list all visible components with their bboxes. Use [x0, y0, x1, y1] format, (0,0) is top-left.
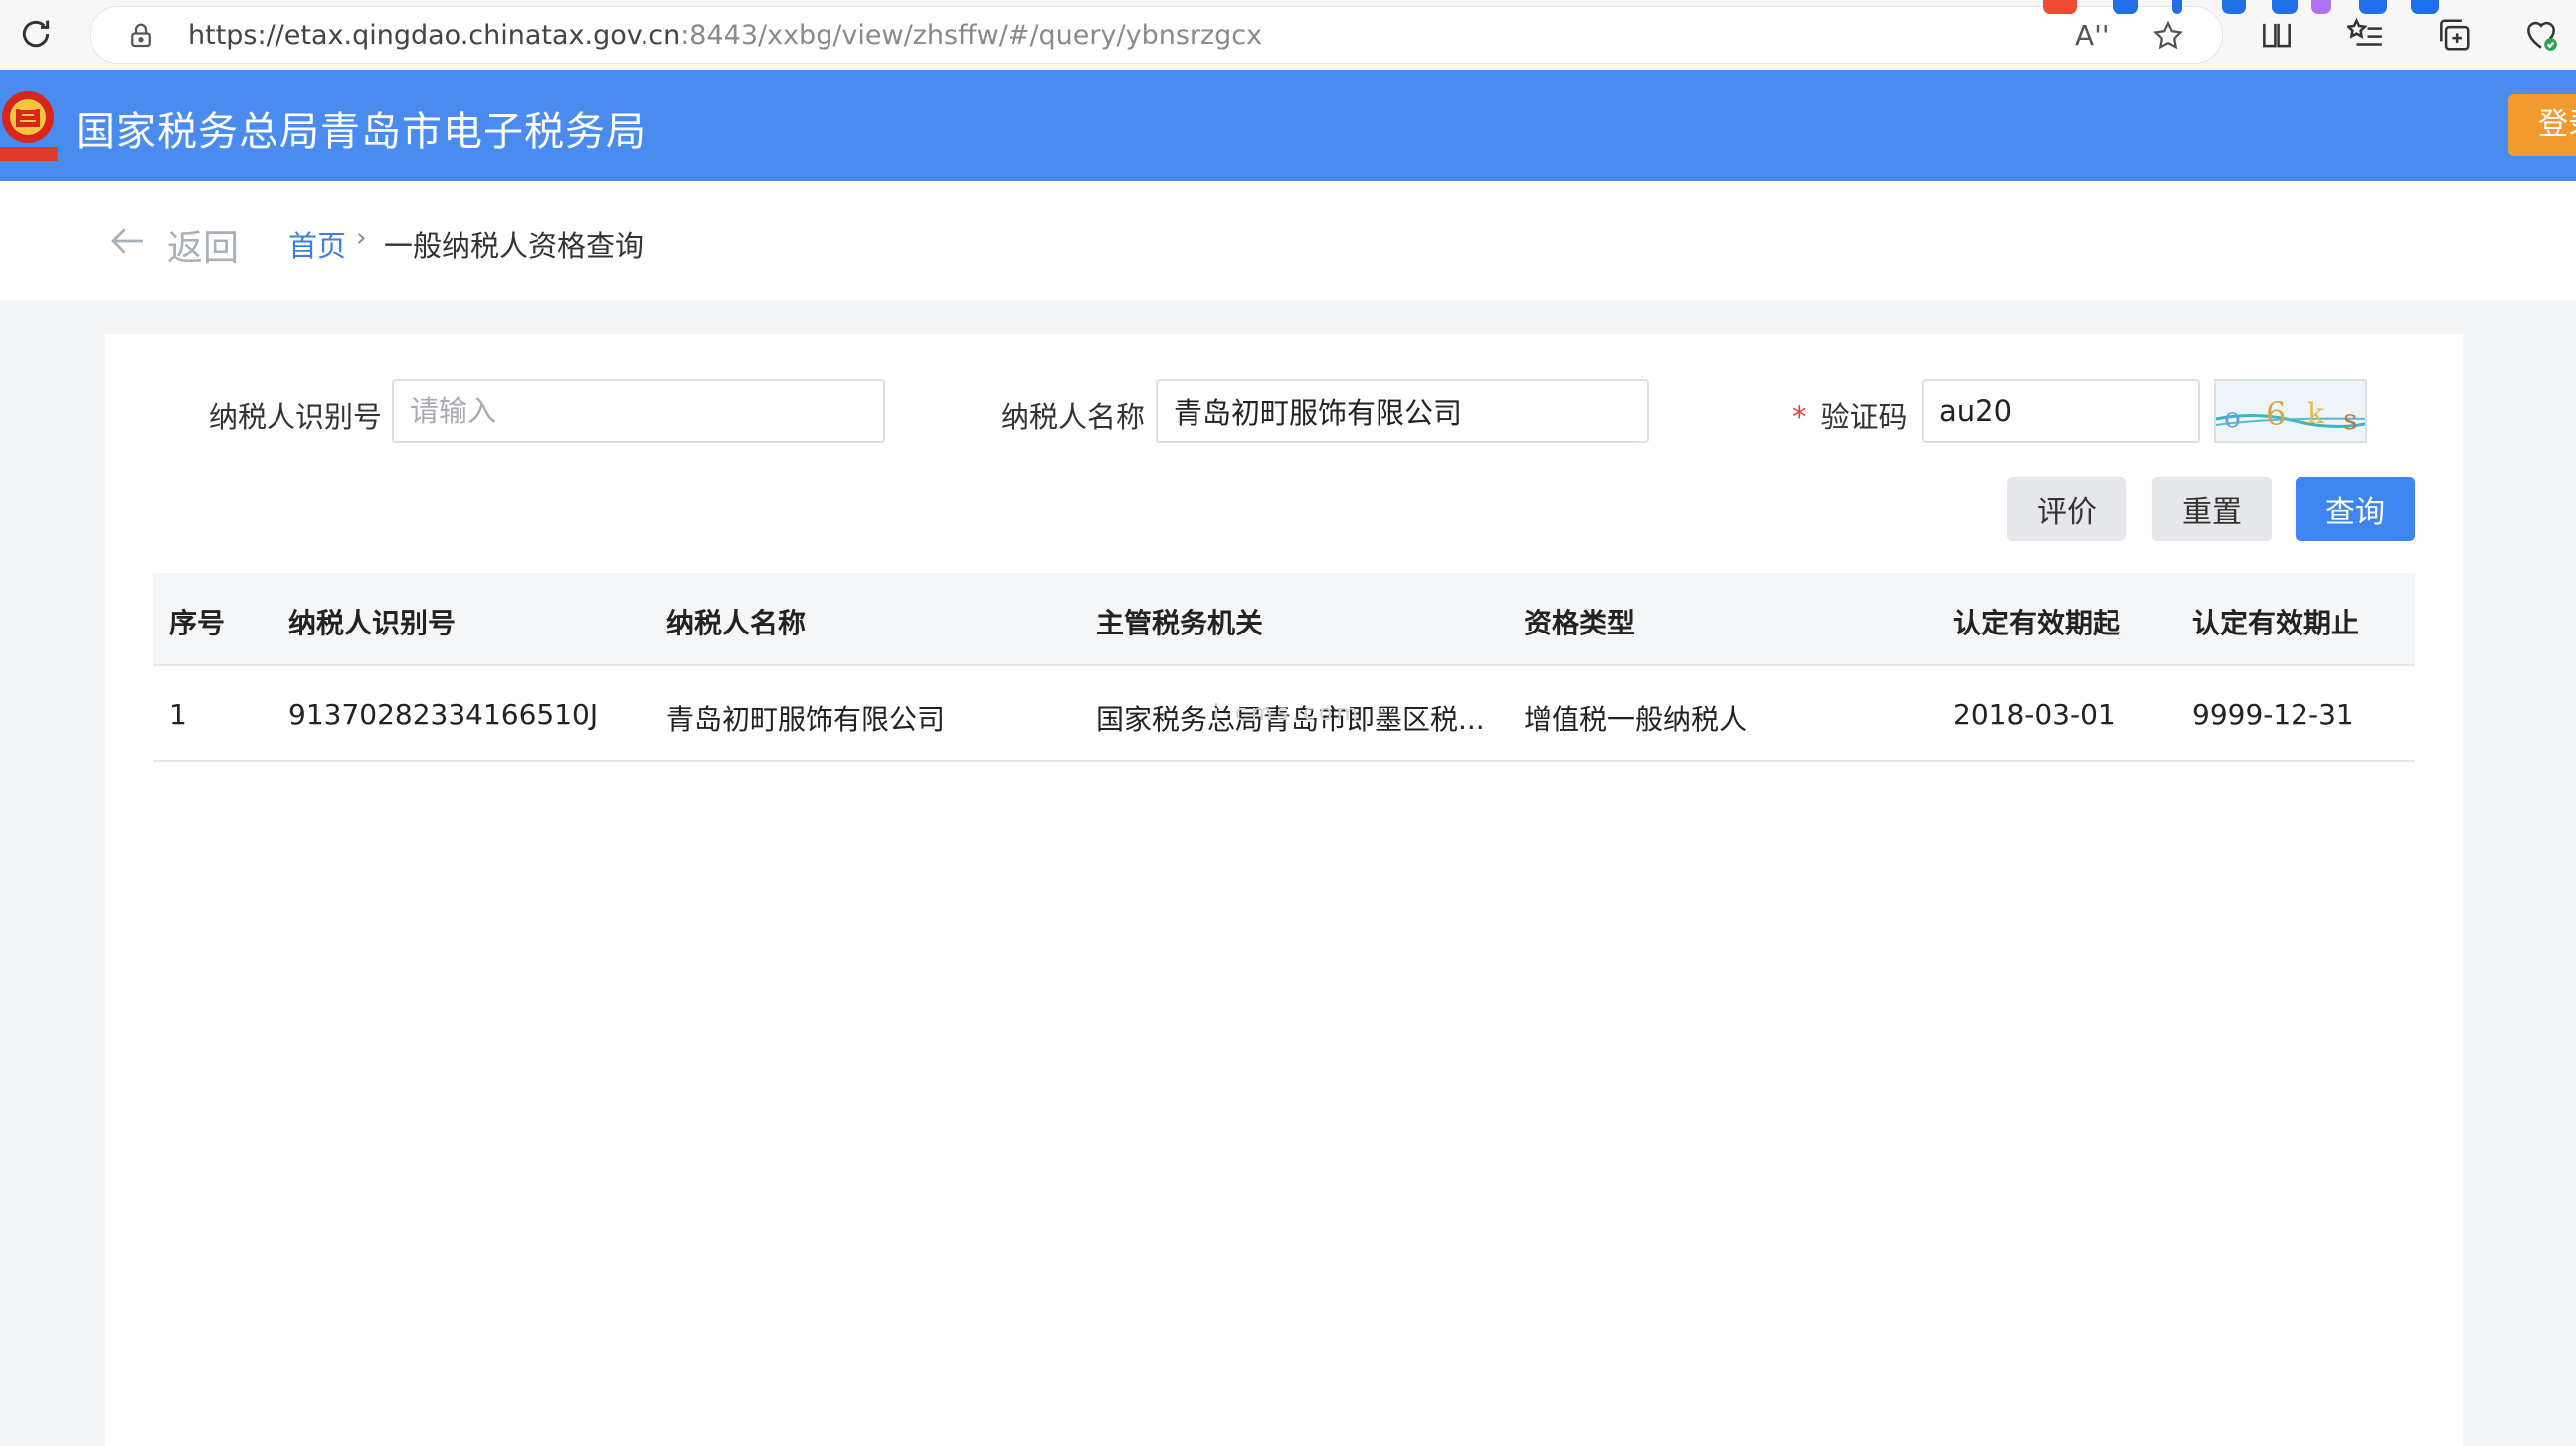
- lock-icon[interactable]: [126, 21, 156, 51]
- cell-valid-to: 9999-12-31: [2192, 698, 2354, 731]
- favorites-icon[interactable]: [2347, 16, 2385, 54]
- reload-icon[interactable]: [16, 14, 56, 54]
- captcha-char: k: [2307, 397, 2325, 430]
- column-header-index: 序号: [169, 607, 226, 639]
- captcha-image-art: o 6 k s: [2216, 395, 2365, 436]
- extension-icon[interactable]: [2359, 0, 2387, 14]
- back-link[interactable]: 返回: [167, 219, 239, 271]
- captcha-char: s: [2343, 403, 2357, 436]
- address-bar[interactable]: https://etax.qingdao.chinatax.gov.cn:844…: [90, 6, 2223, 64]
- login-button[interactable]: 登录: [2508, 94, 2576, 156]
- taxpayer-name-input[interactable]: [1156, 379, 1649, 443]
- extension-icon[interactable]: [2043, 0, 2077, 14]
- extension-icon[interactable]: [2411, 0, 2439, 14]
- captcha-label: * 验证码: [1792, 400, 1908, 434]
- query-button[interactable]: 查询: [2296, 477, 2415, 541]
- reset-button[interactable]: 重置: [2152, 477, 2272, 541]
- taxpayer-id-label: 纳税人识别号: [209, 400, 383, 434]
- breadcrumb-current: 一般纳税人资格查询: [384, 229, 644, 263]
- favorite-star-icon[interactable]: [2151, 19, 2185, 53]
- captcha-char: o: [2224, 401, 2241, 434]
- back-arrow-icon[interactable]: [107, 221, 149, 261]
- evaluate-button[interactable]: 评价: [2007, 477, 2126, 541]
- cell-taxpayer-id: 91370282334166510J: [288, 698, 599, 731]
- cell-taxpayer-name: 青岛初町服饰有限公司: [666, 703, 946, 736]
- extension-icon[interactable]: [2222, 0, 2246, 14]
- extension-icon[interactable]: [2172, 0, 2182, 14]
- split-screen-icon[interactable]: [2258, 16, 2296, 54]
- site-title: 国家税务总局青岛市电子税务局: [76, 109, 646, 155]
- column-header-taxpayer-name: 纳税人名称: [666, 607, 807, 639]
- taxpayer-name-label: 纳税人名称: [1001, 400, 1146, 434]
- extension-icons: [2039, 0, 2439, 16]
- table-header: 序号 纳税人识别号 纳税人名称 主管税务机关 资格类型 认定有效期起 认定有效期…: [153, 573, 2415, 666]
- cell-qualification-type: 增值税一般纳税人: [1524, 703, 1748, 736]
- query-panel: 纳税人识别号 纳税人名称 *验证码 o 6 k s 评价 重置 查询 序号 纳税…: [105, 334, 2463, 1446]
- browser-toolbar: https://etax.qingdao.chinatax.gov.cn:844…: [0, 0, 2576, 70]
- taxpayer-id-input[interactable]: [392, 379, 885, 443]
- national-emblem-logo: [0, 91, 58, 161]
- cell-index: 1: [169, 698, 187, 731]
- captcha-char: 6: [2266, 395, 2286, 433]
- column-header-tax-authority: 主管税务机关: [1096, 607, 1264, 639]
- cell-valid-from: 2018-03-01: [1953, 698, 2116, 731]
- breadcrumb-separator: ›: [356, 223, 367, 253]
- column-header-taxpayer-id: 纳税人识别号: [288, 607, 457, 639]
- collections-icon[interactable]: [2435, 16, 2473, 54]
- extension-icon[interactable]: [2113, 0, 2138, 14]
- results-table: 序号 纳税人识别号 纳税人名称 主管税务机关 资格类型 认定有效期起 认定有效期…: [153, 573, 2415, 762]
- url-text: https://etax.qingdao.chinatax.gov.cn:844…: [188, 20, 1263, 51]
- column-header-valid-to: 认定有效期止: [2192, 607, 2360, 639]
- required-mark: *: [1792, 400, 1807, 434]
- column-header-valid-from: 认定有效期起: [1953, 607, 2121, 639]
- captcha-image[interactable]: o 6 k s: [2214, 379, 2367, 443]
- read-aloud-icon[interactable]: A'': [2075, 19, 2110, 52]
- extension-icon[interactable]: [2272, 0, 2298, 14]
- captcha-input[interactable]: [1922, 379, 2200, 443]
- breadcrumb-home-link[interactable]: 首页: [288, 223, 346, 265]
- breadcrumb: 返回 首页 › 一般纳税人资格查询: [0, 181, 2576, 300]
- watermark-text: i-cms.com: [1213, 701, 1363, 726]
- site-header: 国家税务总局青岛市电子税务局 登录: [0, 70, 2576, 181]
- browser-essentials-icon[interactable]: [2522, 16, 2560, 54]
- column-header-qualification-type: 资格类型: [1524, 607, 1636, 639]
- extension-icon[interactable]: [2311, 0, 2331, 14]
